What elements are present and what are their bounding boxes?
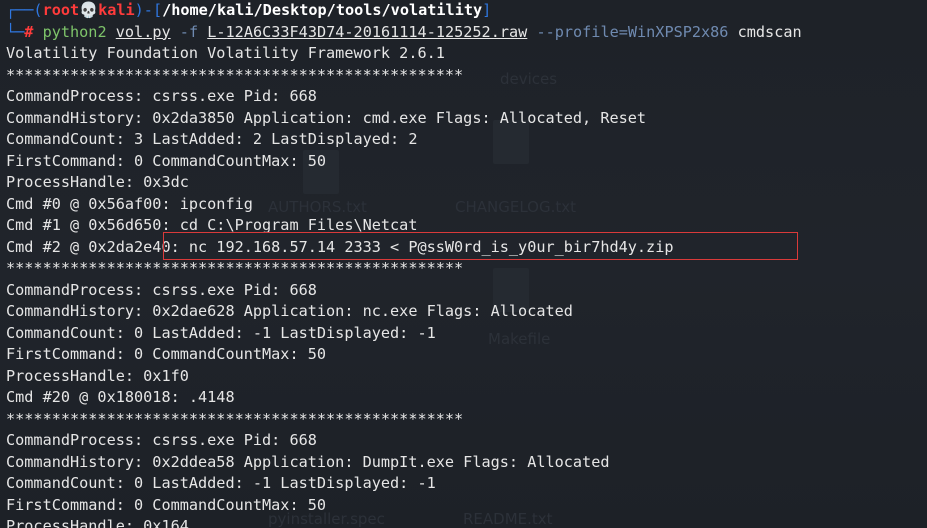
command-line[interactable]: └─# python2 vol.py -f L-12A6C33F43D74-20…: [6, 22, 927, 44]
output-line: FirstCommand: 0 CommandCountMax: 50: [6, 345, 327, 363]
output-line: CommandHistory: 0x2ddea58 Application: D…: [6, 452, 610, 471]
output-line: CommandCount: 3 LastAdded: 2 LastDisplay…: [6, 130, 418, 148]
separator-line: ****************************************…: [6, 65, 464, 84]
output-line: CommandProcess: csrss.exe Pid: 668: [6, 280, 317, 299]
skull-icon: 💀: [79, 1, 99, 19]
command-profile: --profile=WinXPSP2x86: [536, 22, 729, 41]
prompt-bracket: )-[: [134, 1, 163, 19]
prompt-corner: └─: [6, 22, 25, 41]
prompt-line: ┌──(root💀kali)-[/home/kali/Desktop/tools…: [6, 0, 927, 22]
highlight-box: [163, 232, 798, 260]
output-line: ProcessHandle: 0x3dc: [6, 173, 189, 191]
command-script: vol.py: [115, 22, 171, 41]
output-line: Volatility Foundation Volatility Framewo…: [6, 44, 445, 62]
output-line: Cmd #20 @ 0x180018: .4148: [6, 388, 235, 406]
terminal-output: ┌──(root💀kali)-[/home/kali/Desktop/tools…: [6, 0, 927, 528]
prompt-path: /home/kali/Desktop/tools/volatility: [162, 1, 483, 19]
output-line: Cmd #0 @ 0x56af00: ipconfig: [6, 194, 253, 213]
separator-line: ****************************************…: [6, 259, 464, 277]
output-line: CommandCount: 0 LastAdded: -1 LastDispla…: [6, 474, 436, 492]
terminal-window[interactable]: devices CHANGELOG.txt AUTHORS.txt Makefi…: [0, 0, 927, 528]
output-line: CommandHistory: 0x2da3850 Application: c…: [6, 108, 647, 127]
output-line: CommandCount: 0 LastAdded: -1 LastDispla…: [6, 323, 436, 342]
output-line: CommandHistory: 0x2dae628 Application: n…: [6, 302, 573, 320]
command-flag: -f: [179, 22, 199, 41]
prompt-bracket: ┌──(: [6, 1, 43, 19]
output-line: FirstCommand: 0 CommandCountMax: 50: [6, 495, 327, 514]
separator-line: ****************************************…: [6, 409, 464, 428]
output-line: ProcessHandle: 0x1f0: [6, 366, 189, 385]
output-line: CommandProcess: csrss.exe Pid: 668: [6, 87, 317, 105]
output-line: CommandProcess: csrss.exe Pid: 668: [6, 431, 317, 449]
prompt-user: root: [42, 1, 80, 19]
output-line: ProcessHandle: 0x164: [6, 517, 189, 528]
output-line: FirstCommand: 0 CommandCountMax: 50: [6, 151, 327, 170]
command-plugin: cmdscan: [737, 22, 802, 41]
prompt-host: kali: [98, 1, 135, 19]
prompt-bracket: ]: [482, 1, 492, 19]
command-file: L-12A6C33F43D74-20161114-125252.raw: [207, 22, 528, 41]
prompt-hash: #: [24, 22, 43, 41]
command-program: python2: [42, 22, 107, 41]
